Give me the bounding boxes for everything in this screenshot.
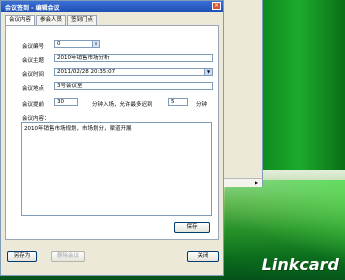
time-label: 会议时间 xyxy=(22,72,45,78)
number-field[interactable]: 0 ⇕ xyxy=(54,40,100,48)
background-window: ▶ xyxy=(224,0,263,187)
time-value: 2011/02/28 20:35:07 xyxy=(57,69,116,75)
number-label: 会议编号 xyxy=(22,44,45,50)
remind-minutes-field[interactable]: 30 xyxy=(54,98,78,106)
location-field[interactable]: 3号会议室 xyxy=(54,82,213,90)
window-title: 会议签到 - 编辑会议 xyxy=(5,5,60,12)
chevron-down-icon[interactable]: ▼ xyxy=(204,69,212,75)
background-scrollbar[interactable]: ▶ xyxy=(224,178,262,187)
linkcard-logo: Linkcard xyxy=(261,255,339,274)
delete-meeting-button[interactable]: 删除会议 xyxy=(51,251,85,262)
late-minutes-field[interactable]: 5 xyxy=(168,98,188,106)
tab-bar: 会议内容 参会人员 签到门点 xyxy=(5,15,98,26)
edit-meeting-dialog: 会议签到 - 编辑会议 × 会议内容 参会人员 签到门点 会议编号 0 ⇕ 会议… xyxy=(0,0,224,276)
content-label: 会议内容： xyxy=(22,116,50,122)
meeting-content-panel: 会议编号 0 ⇕ 会议主题 2010年销售市场分析 会议时间 2011/02/2… xyxy=(5,25,219,240)
content-textarea[interactable]: 2010年销售市场规划，市场划分，渠道开展 xyxy=(21,122,212,216)
save-button[interactable]: 保存 xyxy=(174,222,210,233)
tab-checkin-gates[interactable]: 签到门点 xyxy=(67,15,98,25)
spinner-icon[interactable]: ⇕ xyxy=(92,41,99,47)
remind-description: 分钟入场，允许最多迟到 xyxy=(92,102,153,108)
number-value: 0 xyxy=(57,41,61,47)
subject-field[interactable]: 2010年销售市场分析 xyxy=(54,54,213,62)
close-button[interactable]: × xyxy=(212,2,221,10)
close-dialog-button[interactable]: 关闭 xyxy=(187,251,219,262)
tab-attendees[interactable]: 参会人员 xyxy=(36,15,67,25)
arrow-right-icon[interactable]: ▶ xyxy=(255,180,260,185)
location-label: 会议地点 xyxy=(22,86,45,92)
save-as-button[interactable]: 另存为 xyxy=(7,251,37,262)
remind-label: 会议提前 xyxy=(22,102,45,108)
desktop-green-panel xyxy=(262,0,345,170)
late-unit-label: 分钟 xyxy=(196,102,208,108)
title-bar[interactable]: 会议签到 - 编辑会议 × xyxy=(1,1,223,12)
time-picker[interactable]: 2011/02/28 20:35:07 ▼ xyxy=(54,68,213,76)
subject-label: 会议主题 xyxy=(22,58,45,64)
